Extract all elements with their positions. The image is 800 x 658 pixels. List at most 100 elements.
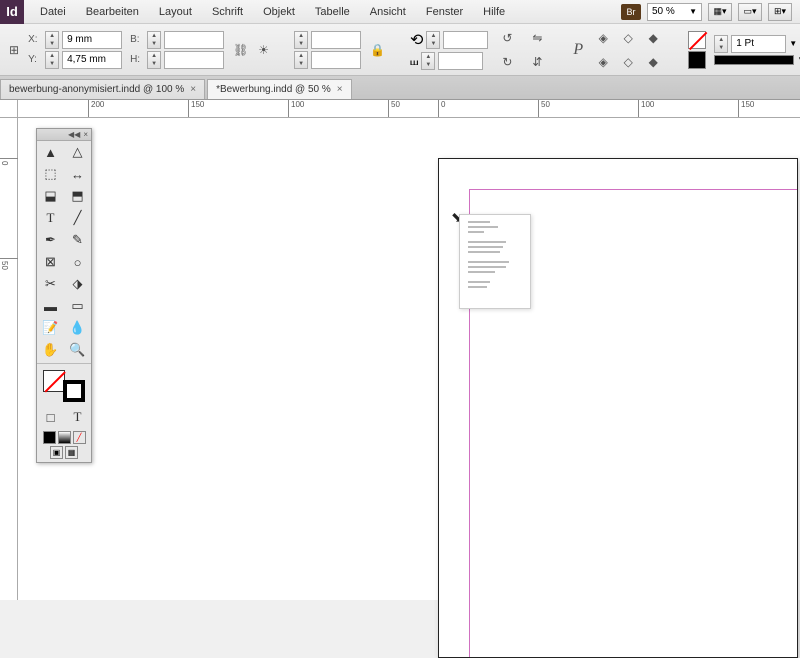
screen-mode-btn[interactable]: ▭▾ — [738, 3, 762, 21]
panel-header[interactable]: ◀◀× — [37, 129, 91, 141]
y-input[interactable]: 4,75 mm — [62, 51, 122, 69]
stroke-weight-input[interactable]: 1 Pt — [731, 35, 786, 53]
content-collector-tool[interactable]: ⬓ — [37, 185, 64, 207]
normal-view-icon[interactable]: ▣ — [50, 446, 63, 459]
view-mode-btn[interactable]: ▦▾ — [708, 3, 732, 21]
doc-tab-1[interactable]: bewerbung-anonymisiert.indd @ 100 %× — [0, 79, 205, 99]
stroke-swatch[interactable] — [688, 51, 706, 69]
proxy-icon[interactable]: ☀ — [257, 39, 270, 61]
gradient-feather-tool[interactable]: ▭ — [64, 295, 91, 317]
h-input[interactable] — [164, 51, 224, 69]
preview-view-icon[interactable]: ▦ — [65, 446, 78, 459]
arrange-btn[interactable]: ⊞▾ — [768, 3, 792, 21]
wrap-around-icon[interactable]: ◈ — [592, 27, 614, 49]
control-bar: ⊞ X:▲▼9 mm Y:▲▼4,75 mm B:▲▼ H:▲▼ ⛓ ☀ ▲▼ … — [0, 24, 800, 76]
gradient-swatch-tool[interactable]: ▬ — [37, 295, 64, 317]
eyedropper-tool[interactable]: 💧 — [64, 317, 91, 339]
x-input[interactable]: 9 mm — [62, 31, 122, 49]
direct-selection-tool[interactable]: △ — [64, 141, 91, 163]
menu-hilfe[interactable]: Hilfe — [473, 6, 515, 18]
rotate-ccw-icon[interactable]: ↺ — [496, 27, 518, 49]
scale-y-input[interactable] — [311, 51, 361, 69]
ruler-vertical[interactable]: 050 — [0, 118, 18, 600]
shear-input[interactable] — [438, 52, 483, 70]
scissors-tool[interactable]: ✂ — [37, 273, 64, 295]
stroke-weight-stepper[interactable]: ▲▼ — [714, 35, 728, 53]
wrap-skip-icon[interactable]: ◆ — [642, 27, 664, 49]
type-tool[interactable]: T — [37, 207, 64, 229]
fill-swatch[interactable] — [43, 370, 65, 392]
menu-bearbeiten[interactable]: Bearbeiten — [76, 6, 149, 18]
stroke-style[interactable] — [714, 55, 794, 65]
y-stepper[interactable]: ▲▼ — [45, 51, 59, 69]
link-icon[interactable]: ⛓ — [232, 39, 249, 61]
constrain-icon[interactable]: 🔒 — [369, 39, 386, 61]
wrap-jump-icon[interactable]: ◇ — [617, 27, 639, 49]
rectangle-frame-tool[interactable]: ⊠ — [37, 251, 64, 273]
rotate-stepper[interactable]: ▲▼ — [426, 31, 440, 49]
scale-y-stepper[interactable]: ▲▼ — [294, 51, 308, 69]
page[interactable]: ⬊ — [438, 158, 798, 658]
scale-x-stepper[interactable]: ▲▼ — [294, 31, 308, 49]
app-icon: Id — [0, 0, 24, 24]
apply-none-icon[interactable]: ╱ — [73, 431, 86, 444]
fill-stroke-control[interactable] — [39, 368, 89, 404]
ellipse-tool[interactable]: ○ — [64, 251, 91, 273]
line-tool[interactable]: ╱ — [64, 207, 91, 229]
flip-v-icon[interactable]: ⇵ — [526, 51, 548, 73]
zoom-level-input[interactable]: 50 %▼ — [647, 3, 702, 21]
rotate-cw-icon[interactable]: ↻ — [496, 51, 518, 73]
wrap-none-icon[interactable]: ◈ — [592, 51, 614, 73]
h-stepper[interactable]: ▲▼ — [147, 51, 161, 69]
x-label: X: — [28, 34, 42, 45]
rotate-input[interactable] — [443, 31, 488, 49]
shear-stepper[interactable]: ▲▼ — [421, 52, 435, 70]
selection-tool[interactable]: ▲ — [37, 141, 64, 163]
menu-bar: Id Datei Bearbeiten Layout Schrift Objek… — [0, 0, 800, 24]
stroke-swatch[interactable] — [63, 380, 85, 402]
pencil-tool[interactable]: ✎ — [64, 229, 91, 251]
page-tool[interactable]: ⬚ — [37, 163, 64, 185]
flip-h-icon[interactable]: ⇋ — [526, 27, 548, 49]
menu-datei[interactable]: Datei — [30, 6, 76, 18]
bridge-icon[interactable]: Br — [621, 4, 641, 20]
canvas[interactable]: ⬊ — [18, 118, 800, 600]
free-transform-tool[interactable]: ⬗ — [64, 273, 91, 295]
hand-tool[interactable]: ✋ — [37, 339, 64, 361]
formatting-container-icon[interactable]: □ — [37, 406, 64, 428]
placed-document-preview — [459, 214, 531, 309]
fill-swatch[interactable] — [688, 31, 706, 49]
collapse-icon[interactable]: ◀◀ — [68, 130, 80, 139]
h-label: H: — [130, 54, 144, 65]
x-stepper[interactable]: ▲▼ — [45, 31, 59, 49]
wrap-bbox-icon[interactable]: ◇ — [617, 51, 639, 73]
menu-objekt[interactable]: Objekt — [253, 6, 305, 18]
note-tool[interactable]: 📝 — [37, 317, 64, 339]
w-input[interactable] — [164, 31, 224, 49]
content-placer-tool[interactable]: ⬒ — [64, 185, 91, 207]
menu-layout[interactable]: Layout — [149, 6, 202, 18]
apply-color-icon[interactable] — [43, 431, 56, 444]
doc-tab-2[interactable]: *Bewerbung.indd @ 50 %× — [207, 79, 352, 99]
ruler-origin[interactable] — [0, 100, 18, 118]
close-icon[interactable]: × — [83, 130, 88, 139]
menu-fenster[interactable]: Fenster — [416, 6, 473, 18]
formatting-text-icon[interactable]: T — [64, 406, 91, 428]
para-style-icon[interactable]: P — [572, 39, 584, 61]
close-icon[interactable]: × — [190, 84, 196, 95]
ruler-horizontal[interactable]: 20015010050050100150 — [18, 100, 800, 118]
zoom-tool[interactable]: 🔍 — [64, 339, 91, 361]
menu-tabelle[interactable]: Tabelle — [305, 6, 360, 18]
wrap-shape-icon[interactable]: ◆ — [642, 51, 664, 73]
menu-schrift[interactable]: Schrift — [202, 6, 253, 18]
w-stepper[interactable]: ▲▼ — [147, 31, 161, 49]
scale-x-input[interactable] — [311, 31, 361, 49]
w-label: B: — [130, 34, 144, 45]
pen-tool[interactable]: ✒ — [37, 229, 64, 251]
shear-icon: ⧢ — [410, 52, 418, 70]
close-icon[interactable]: × — [337, 84, 343, 95]
apply-gradient-icon[interactable] — [58, 431, 71, 444]
gap-tool[interactable]: ↔ — [64, 163, 91, 185]
menu-ansicht[interactable]: Ansicht — [360, 6, 416, 18]
reference-point-icon[interactable]: ⊞ — [8, 39, 20, 61]
